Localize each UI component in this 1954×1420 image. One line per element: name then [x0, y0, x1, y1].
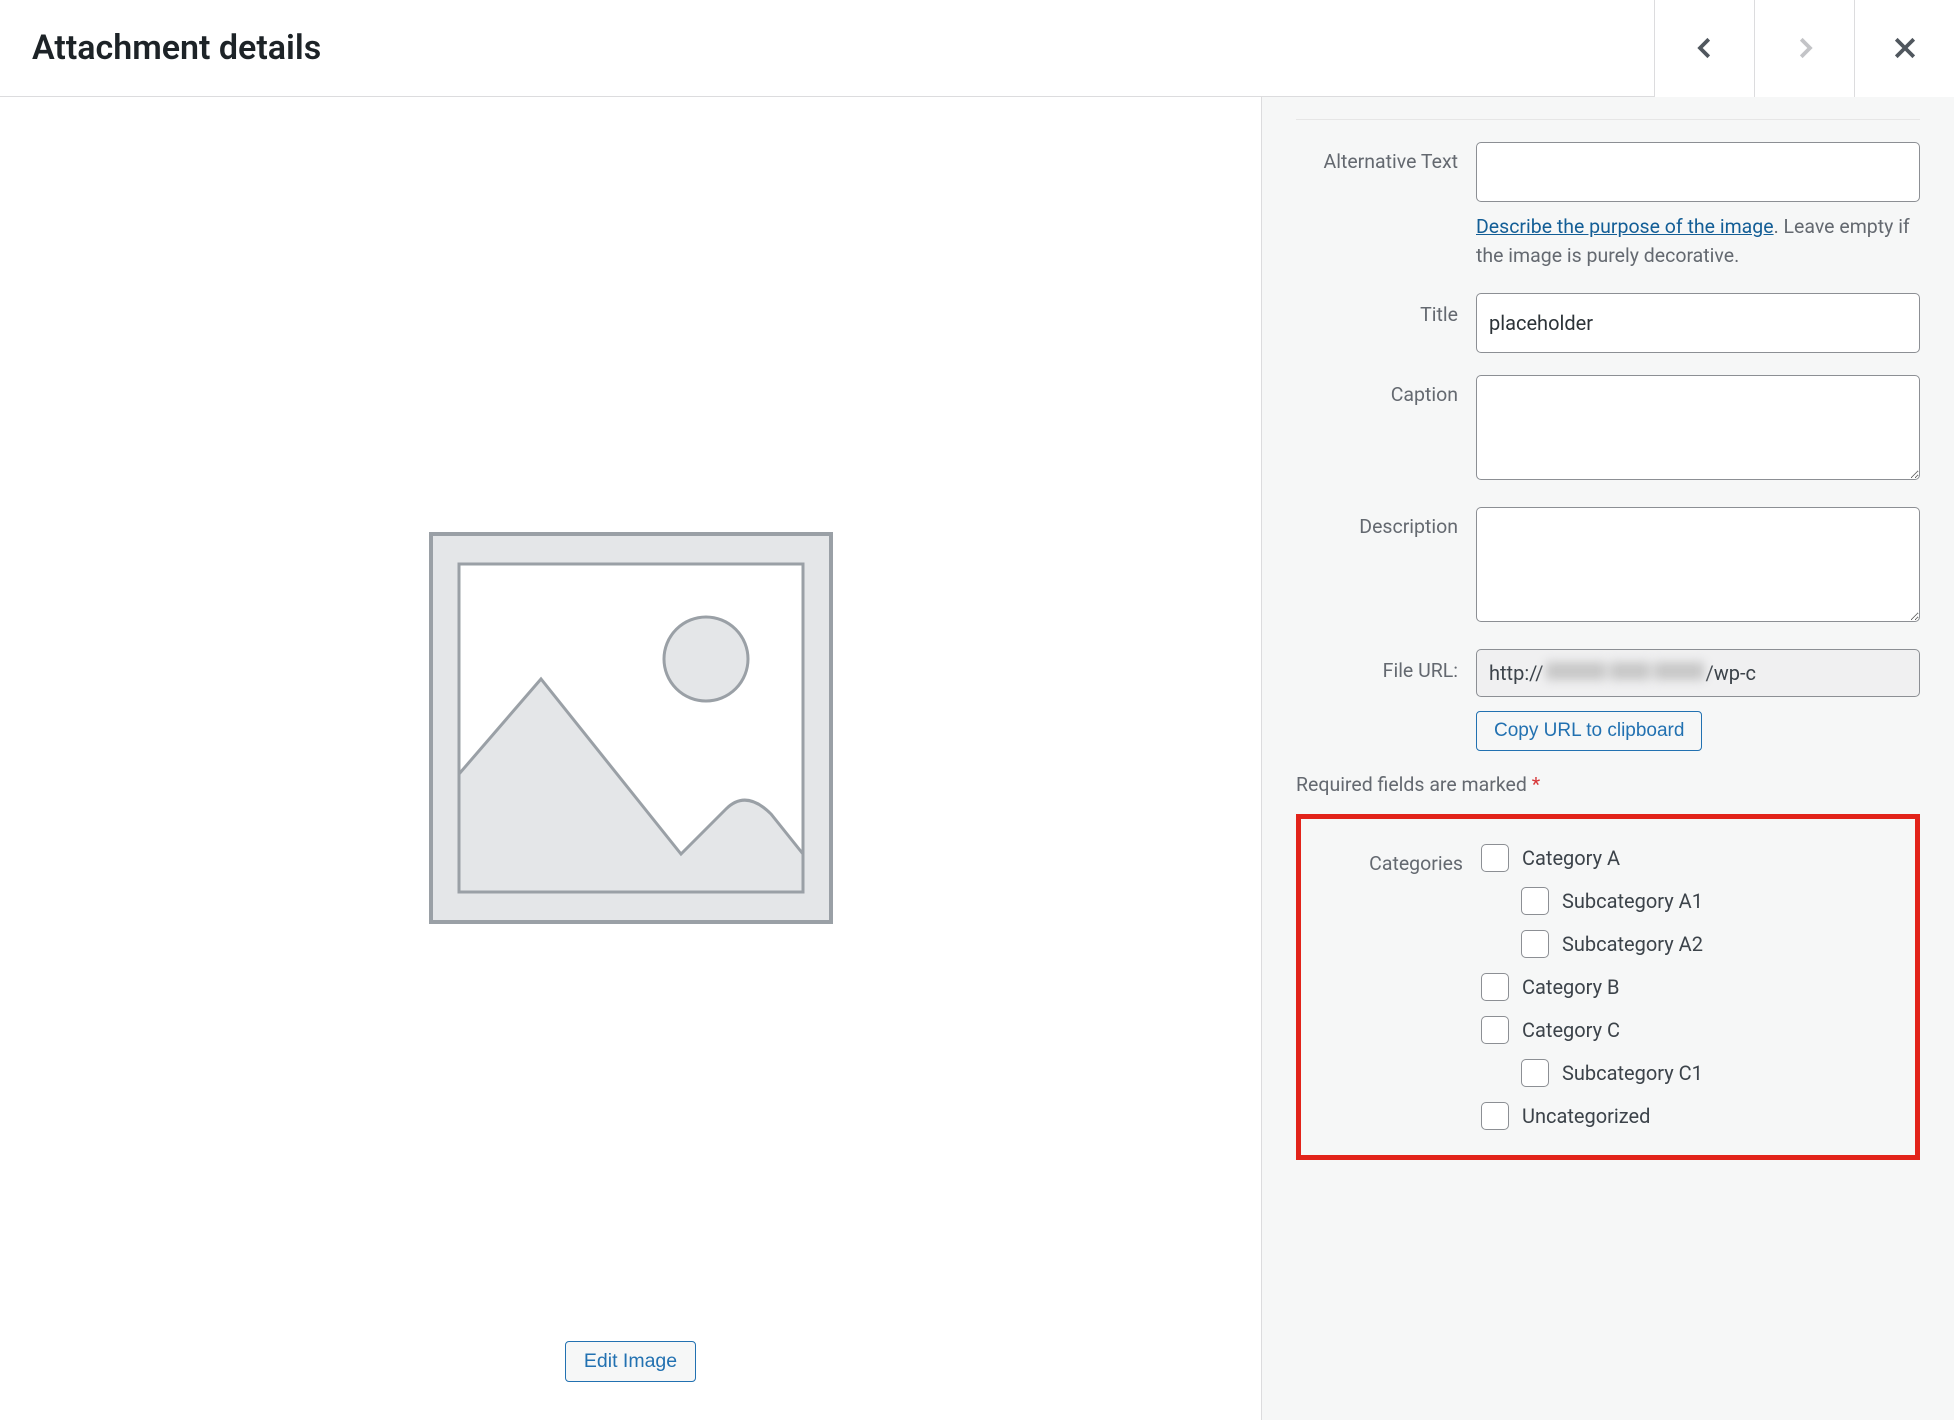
categories-highlight-box: Categories Category A Subcategory A1 Subca… [1296, 814, 1920, 1160]
category-item-label: Category A [1522, 846, 1620, 870]
category-item[interactable]: Category C [1481, 1016, 1915, 1044]
category-checkbox[interactable] [1481, 973, 1509, 1001]
alt-text-input[interactable] [1476, 142, 1920, 202]
caption-label: Caption [1296, 375, 1476, 406]
category-checkbox[interactable] [1481, 844, 1509, 872]
category-item-label: Subcategory A2 [1562, 932, 1703, 956]
category-item-label: Uncategorized [1522, 1104, 1650, 1128]
category-item[interactable]: Uncategorized [1481, 1102, 1915, 1130]
prev-attachment-button[interactable] [1654, 0, 1754, 97]
alt-text-label: Alternative Text [1296, 142, 1476, 173]
category-item-label: Subcategory C1 [1562, 1061, 1703, 1085]
image-placeholder-icon [426, 524, 836, 934]
category-checkbox[interactable] [1521, 887, 1549, 915]
edit-image-button[interactable]: Edit Image [565, 1341, 696, 1382]
chevron-left-icon [1690, 33, 1720, 63]
category-item-label: Category B [1522, 975, 1620, 999]
attachment-preview: Edit Image [0, 97, 1262, 1420]
description-input[interactable] [1476, 507, 1920, 622]
categories-label: Categories [1301, 844, 1481, 875]
chevron-right-icon [1790, 33, 1820, 63]
required-fields-note: Required fields are marked * [1296, 773, 1920, 796]
page-title: Attachment details [0, 28, 1654, 68]
next-attachment-button [1754, 0, 1854, 97]
title-label: Title [1296, 293, 1476, 326]
redacted-host [1544, 661, 1706, 685]
category-checkbox[interactable] [1481, 1102, 1509, 1130]
alt-text-help: Describe the purpose of the image. Leave… [1476, 212, 1920, 271]
category-checkbox[interactable] [1521, 1059, 1549, 1087]
category-item[interactable]: Subcategory A1 [1521, 887, 1915, 915]
title-input[interactable] [1476, 293, 1920, 353]
close-button[interactable] [1854, 0, 1954, 97]
close-icon [1890, 33, 1920, 63]
alt-text-help-link[interactable]: Describe the purpose of the image [1476, 215, 1774, 238]
caption-input[interactable] [1476, 375, 1920, 480]
file-url-label: File URL: [1296, 649, 1476, 682]
category-checkbox[interactable] [1481, 1016, 1509, 1044]
category-item[interactable]: Category A [1481, 844, 1915, 872]
category-checkbox[interactable] [1521, 930, 1549, 958]
description-label: Description [1296, 507, 1476, 538]
file-url-input[interactable]: http:///wp-c [1476, 649, 1920, 697]
category-item-label: Category C [1522, 1018, 1620, 1042]
category-item[interactable]: Category B [1481, 973, 1915, 1001]
copy-url-button[interactable]: Copy URL to clipboard [1476, 711, 1702, 751]
category-item[interactable]: Subcategory A2 [1521, 930, 1915, 958]
category-item-label: Subcategory A1 [1562, 889, 1703, 913]
category-item[interactable]: Subcategory C1 [1521, 1059, 1915, 1087]
